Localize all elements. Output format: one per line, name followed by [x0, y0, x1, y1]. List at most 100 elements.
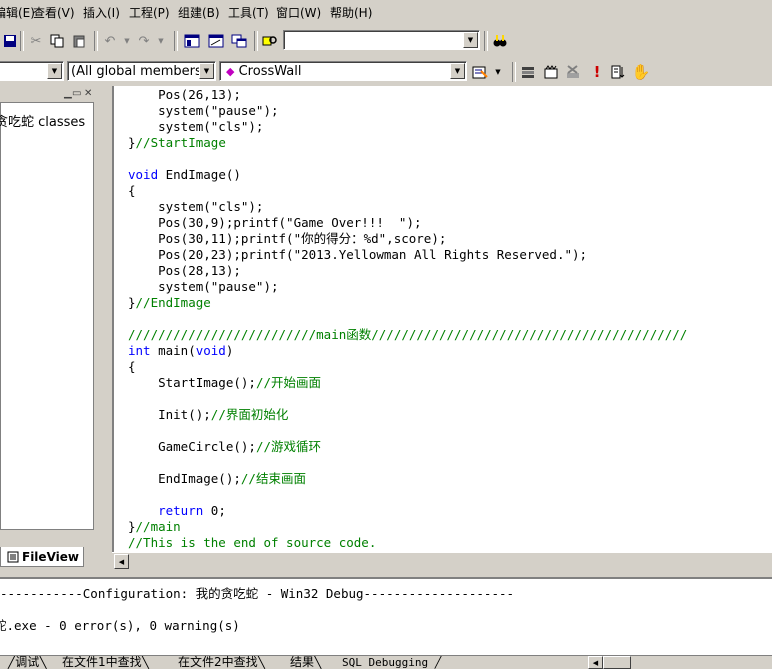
code-comment: //界面初始化: [210, 407, 289, 422]
editor-horizontal-scrollbar[interactable]: ◀: [112, 552, 772, 570]
code-text: }: [128, 295, 136, 310]
code-keyword: int: [128, 343, 151, 358]
chevron-down-icon[interactable]: ▼: [450, 63, 465, 79]
output-panel: -----------Configuration: 我的贪吃蛇 - Win32 …: [0, 577, 772, 655]
build-icon[interactable]: [541, 62, 561, 82]
code-keyword: void: [195, 343, 226, 358]
code-keyword: void: [128, 167, 159, 182]
members-combo-value: (All global members: [71, 64, 202, 79]
wizard-action-dropdown-icon[interactable]: ▼: [488, 62, 508, 82]
code-line: Pos(26,13);: [128, 87, 241, 103]
menu-bar: 编辑(E) 查看(V) 插入(I) 工程(P) 组建(B) 工具(T) 窗口(W…: [0, 0, 772, 22]
code-line: StartImage();//开始画面: [128, 375, 321, 391]
output-window-icon[interactable]: [206, 31, 226, 51]
tab-debug[interactable]: ╱调试╲: [8, 656, 46, 669]
code-line: }//StartImage: [128, 135, 226, 151]
code-comment: /////////////////////////main函数/////////…: [128, 327, 688, 342]
scroll-left-icon[interactable]: ◀: [588, 656, 603, 669]
scroll-left-icon[interactable]: ◀: [114, 554, 129, 569]
find-combo[interactable]: ▼: [283, 30, 480, 50]
chevron-down-icon[interactable]: ▼: [463, 32, 478, 48]
cut-icon[interactable]: ✂: [26, 31, 46, 51]
code-text: ): [225, 343, 234, 358]
code-line: {: [128, 359, 136, 375]
breakpoint-hand-icon[interactable]: ✋: [631, 62, 651, 82]
function-combo-value: CrossWall: [238, 64, 302, 79]
tab-find-in-files-1[interactable]: 在文件1中查找╲: [62, 656, 149, 669]
fileview-icon: [7, 551, 19, 562]
close-icon[interactable]: ✕: [84, 88, 92, 99]
code-line: system("pause");: [128, 279, 279, 295]
menu-window[interactable]: 窗口(W): [276, 4, 321, 21]
workspace-window-icon[interactable]: [182, 31, 202, 51]
save-all-icon[interactable]: [0, 31, 20, 51]
code-text: EndImage(): [158, 167, 241, 182]
code-keyword: return: [158, 503, 204, 518]
code-comment: //This is the end of source code.: [128, 535, 377, 550]
tab-sql-debugging[interactable]: SQL Debugging ╱: [342, 656, 441, 669]
go-icon[interactable]: [608, 62, 628, 82]
class-view-tree: 贪吃蛇 classes: [0, 102, 94, 530]
code-text: system("pause");: [128, 279, 279, 294]
code-line: //This is the end of source code.: [128, 535, 376, 551]
code-text: Pos(28,13);: [128, 263, 241, 278]
scroll-thumb[interactable]: [603, 656, 631, 669]
class-combo[interactable]: ▼: [0, 61, 64, 81]
chevron-down-icon[interactable]: ▼: [47, 63, 62, 79]
code-text: EndImage();: [128, 471, 241, 486]
find-in-files-icon[interactable]: [260, 31, 280, 51]
fileview-tab-label: FileView: [22, 549, 79, 564]
execute-icon[interactable]: !: [587, 62, 607, 82]
menu-view[interactable]: 查看(V): [33, 4, 75, 21]
code-text: StartImage();: [128, 375, 256, 390]
menu-tools[interactable]: 工具(T): [228, 4, 269, 21]
code-text: system("pause");: [128, 103, 279, 118]
code-editor[interactable]: Pos(26,13); system("pause"); system("cls…: [112, 86, 772, 552]
tree-root-item[interactable]: 贪吃蛇 classes: [0, 111, 85, 130]
compile-icon[interactable]: [518, 62, 538, 82]
function-combo[interactable]: ◆ CrossWall ▼: [219, 61, 467, 81]
window-list-icon[interactable]: [229, 31, 249, 51]
members-combo[interactable]: (All global members ▼: [67, 61, 216, 81]
code-text: }: [128, 519, 136, 534]
menu-build[interactable]: 组建(B): [178, 4, 220, 21]
code-comment: //EndImage: [135, 295, 211, 310]
tab-results[interactable]: 结果╲: [290, 656, 321, 669]
restore-icon[interactable]: ▭: [72, 88, 81, 99]
toolbar-separator: [20, 31, 24, 51]
standard-toolbar: ✂ ↶ ▼ ↷ ▼ ▼: [0, 27, 772, 55]
code-line: /////////////////////////main函数/////////…: [128, 327, 687, 343]
code-comment: //游戏循环: [255, 439, 321, 454]
menu-help[interactable]: 帮助(H): [330, 4, 372, 21]
menu-insert[interactable]: 插入(I): [83, 4, 120, 21]
output-tabs: ╱调试╲ 在文件1中查找╲ 在文件2中查找╲ 结果╲ SQL Debugging…: [0, 655, 772, 669]
menu-project[interactable]: 工程(P): [129, 4, 170, 21]
redo-dropdown-icon[interactable]: ▼: [151, 31, 171, 51]
code-line: system("cls");: [128, 119, 263, 135]
code-line: return 0;: [128, 503, 226, 519]
code-line: system("cls");: [128, 199, 263, 215]
wizard-action-icon[interactable]: [470, 62, 490, 82]
stop-build-icon[interactable]: [563, 62, 583, 82]
code-text: system("cls");: [128, 199, 264, 214]
paste-icon[interactable]: [69, 31, 89, 51]
toolbar-separator: [512, 62, 516, 82]
tab-find2-label: 在文件2中查找: [178, 655, 258, 669]
code-text: }: [128, 135, 136, 150]
toolbar-separator: [174, 31, 178, 51]
wizard-toolbar: ▼ (All global members ▼ ◆ CrossWall ▼ ▼ …: [0, 58, 772, 86]
function-diamond-icon: ◆: [226, 65, 235, 78]
code-text: 0;: [203, 503, 226, 518]
tab-fileview[interactable]: FileView: [0, 547, 84, 567]
tab-sql-label: SQL Debugging: [342, 656, 429, 669]
code-text: main(: [150, 343, 196, 358]
tab-results-label: 结果: [290, 655, 315, 669]
menu-edit[interactable]: 编辑(E): [0, 4, 35, 21]
code-text: Pos(20,23);printf("2013.Yellowman All Ri…: [128, 247, 588, 262]
find-icon[interactable]: [490, 31, 510, 51]
minimize-icon[interactable]: ▁: [64, 88, 72, 99]
copy-icon[interactable]: [47, 31, 67, 51]
tab-find-in-files-2[interactable]: 在文件2中查找╲: [178, 656, 265, 669]
chevron-down-icon[interactable]: ▼: [199, 63, 214, 79]
